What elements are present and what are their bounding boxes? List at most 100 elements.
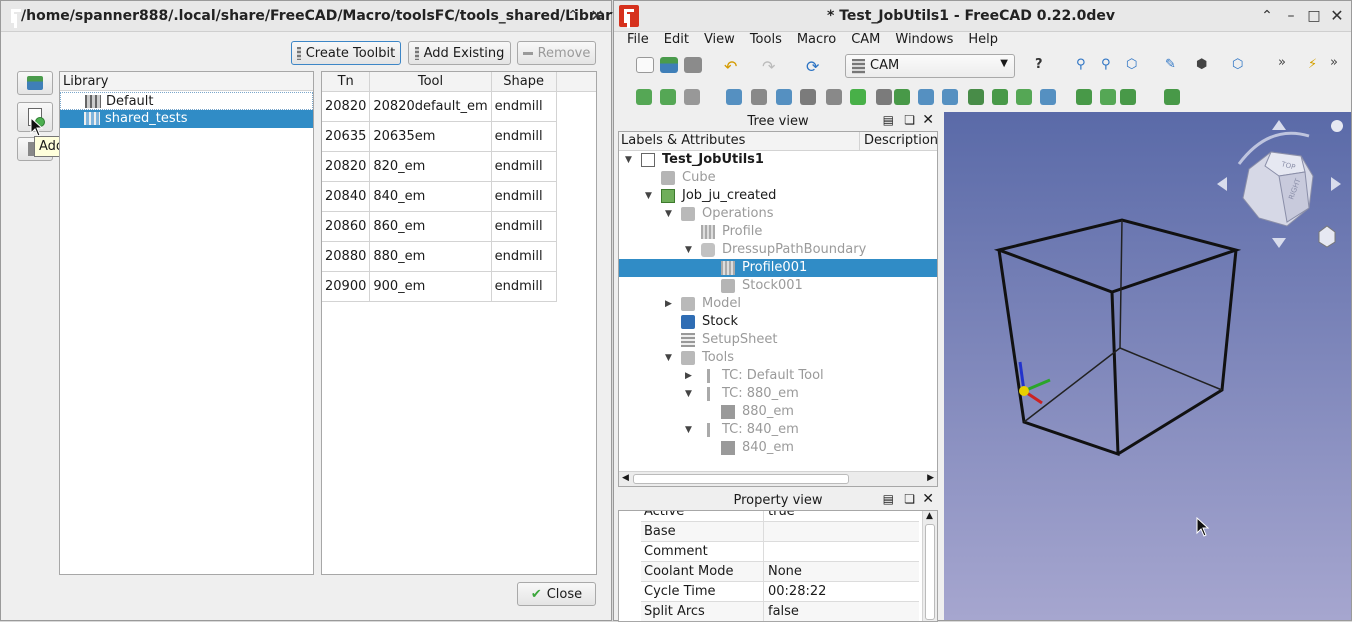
open-file-icon[interactable] (660, 57, 678, 73)
expand-down-icon[interactable]: ▼ (685, 425, 695, 435)
workbench-selector[interactable]: CAM ▼ (845, 54, 1015, 78)
tree-item[interactable]: 840_em (619, 439, 937, 457)
dock-close-icon[interactable]: ✕ (922, 491, 934, 507)
cell-tn[interactable]: 20820 (322, 91, 371, 122)
property-row[interactable]: Coolant Mode None (641, 562, 919, 582)
pocket-icon[interactable] (751, 89, 767, 105)
tree-item[interactable]: ▼ TC: 840_em (619, 421, 937, 439)
property-value[interactable]: false (768, 602, 799, 621)
dock-float-icon[interactable]: ▤ (883, 113, 894, 127)
simulator-icon[interactable] (1100, 89, 1116, 105)
property-value[interactable]: None (768, 562, 802, 582)
expand-down-icon[interactable]: ▼ (665, 353, 675, 363)
cell-tool[interactable]: 820_em (369, 151, 492, 182)
expand-down-icon[interactable]: ▼ (685, 245, 695, 255)
cell-tn[interactable]: 20820 (322, 151, 371, 182)
toolbar-overflow-icon[interactable]: » (1278, 55, 1296, 71)
tree-item[interactable]: Profile (619, 223, 937, 241)
tree-item[interactable]: Stock (619, 313, 937, 331)
menu-cam[interactable]: CAM (843, 31, 887, 49)
new-file-icon[interactable] (636, 57, 654, 73)
ramp-icon[interactable] (992, 89, 1008, 105)
scroll-left-icon[interactable]: ◀ (622, 473, 629, 483)
adaptive-icon[interactable] (776, 89, 792, 105)
tree-item[interactable]: ▼ Operations (619, 205, 937, 223)
helix-icon[interactable] (850, 89, 866, 105)
table-row[interactable]: 20635 20635em endmill (322, 121, 596, 152)
expand-right-icon[interactable]: ▶ (685, 371, 695, 381)
tree-item[interactable]: ▶ TC: Default Tool (619, 367, 937, 385)
job-icon[interactable] (636, 89, 652, 105)
tree-item[interactable]: SetupSheet (619, 331, 937, 349)
refresh-icon[interactable]: ⟳ (806, 57, 824, 76)
library-item-shared-tests[interactable]: shared_tests (60, 110, 313, 128)
cell-tool[interactable]: 20635em (369, 121, 492, 152)
cell-shape[interactable]: endmill (491, 241, 557, 272)
menu-file[interactable]: File (619, 31, 656, 49)
view-group-icon[interactable]: ⬡ (1232, 57, 1250, 73)
tree-item[interactable]: ▼ DressupPathBoundary (619, 241, 937, 259)
drill-icon[interactable] (800, 89, 816, 105)
minimize-chevron-icon[interactable]: ⌃ (563, 6, 583, 26)
expand-down-icon[interactable]: ▼ (645, 191, 655, 201)
menu-help[interactable]: Help (960, 31, 1005, 49)
std-views-icon[interactable]: ⬢ (1196, 57, 1214, 73)
col-header-tool[interactable]: Tool (369, 72, 492, 92)
tree-item[interactable]: Profile001 (619, 259, 937, 277)
boundary-icon[interactable] (1040, 89, 1056, 105)
menu-edit[interactable]: Edit (656, 31, 696, 49)
dogbone-icon[interactable] (968, 89, 984, 105)
engrave-icon[interactable] (894, 89, 910, 105)
cell-shape[interactable]: endmill (491, 181, 557, 212)
property-row[interactable]: Cycle Time 00:28:22 (641, 582, 919, 602)
open-library-button[interactable] (17, 71, 53, 95)
cell-shape[interactable]: endmill (491, 271, 557, 302)
scroll-right-icon[interactable]: ▶ (927, 473, 934, 483)
tool-table[interactable]: Tn Tool Shape 20820 20820default_em endmil… (321, 71, 597, 575)
close-icon[interactable]: ✕ (587, 6, 607, 26)
cell-tool[interactable]: 20820default_em (369, 91, 492, 122)
tree-item[interactable]: Stock001 (619, 277, 937, 295)
bounding-box-icon[interactable]: ✎ (1165, 57, 1183, 73)
table-row[interactable]: 20880 880_em endmill (322, 241, 596, 272)
cell-shape[interactable]: endmill (491, 121, 557, 152)
scroll-thumb[interactable] (925, 524, 935, 620)
tree-item[interactable]: ▶ Model (619, 295, 937, 313)
add-existing-button[interactable]: Add Existing (408, 41, 511, 65)
col-header-tn[interactable]: Tn (322, 72, 371, 92)
tree-item[interactable]: Cube (619, 169, 937, 187)
toolbar-overflow-icon[interactable]: » (1330, 55, 1348, 71)
cell-tool[interactable]: 880_em (369, 241, 492, 272)
tree-item[interactable]: ▼ TC: 880_em (619, 385, 937, 403)
property-grid[interactable]: Active true Base Comment Coolant Mode None Cyc… (618, 510, 938, 622)
inspect-icon[interactable] (1120, 89, 1136, 105)
dock-undock-icon[interactable]: ❏ (904, 113, 915, 127)
post-process-icon[interactable] (660, 89, 676, 105)
cell-tool[interactable]: 860_em (369, 211, 492, 242)
scroll-thumb[interactable] (633, 474, 849, 484)
cell-tn[interactable]: 20860 (322, 211, 371, 242)
vcarve-icon[interactable] (942, 89, 958, 105)
cell-tool[interactable]: 900_em (369, 271, 492, 302)
profile-icon[interactable] (726, 89, 742, 105)
redo-icon[interactable]: ↷ (762, 57, 780, 76)
tree-horizontal-scrollbar[interactable]: ◀ ▶ (619, 471, 937, 486)
property-row[interactable]: Comment (641, 542, 919, 562)
cell-tn[interactable]: 20880 (322, 241, 371, 272)
scroll-up-icon[interactable]: ▲ (926, 511, 933, 521)
cell-shape[interactable]: endmill (491, 211, 557, 242)
dock-float-icon[interactable]: ▤ (883, 492, 894, 506)
slot-icon[interactable] (876, 89, 892, 105)
fit-selection-icon[interactable]: ⚲ (1101, 57, 1119, 73)
dock-close-icon[interactable]: ✕ (922, 112, 934, 128)
tree-item[interactable]: ▼ Job_ju_created (619, 187, 937, 205)
tree-item[interactable]: ▼ Tools (619, 349, 937, 367)
cell-tool[interactable]: 840_em (369, 181, 492, 212)
cell-tn[interactable]: 20900 (322, 271, 371, 302)
tag-icon[interactable] (1016, 89, 1032, 105)
table-row[interactable]: 20820 20820default_em endmill (322, 91, 596, 122)
window-chevron-icon[interactable]: ⌃ (1257, 6, 1277, 26)
undo-icon[interactable]: ↶ (724, 57, 742, 76)
property-row[interactable]: Base (641, 522, 919, 542)
table-row[interactable]: 20860 860_em endmill (322, 211, 596, 242)
